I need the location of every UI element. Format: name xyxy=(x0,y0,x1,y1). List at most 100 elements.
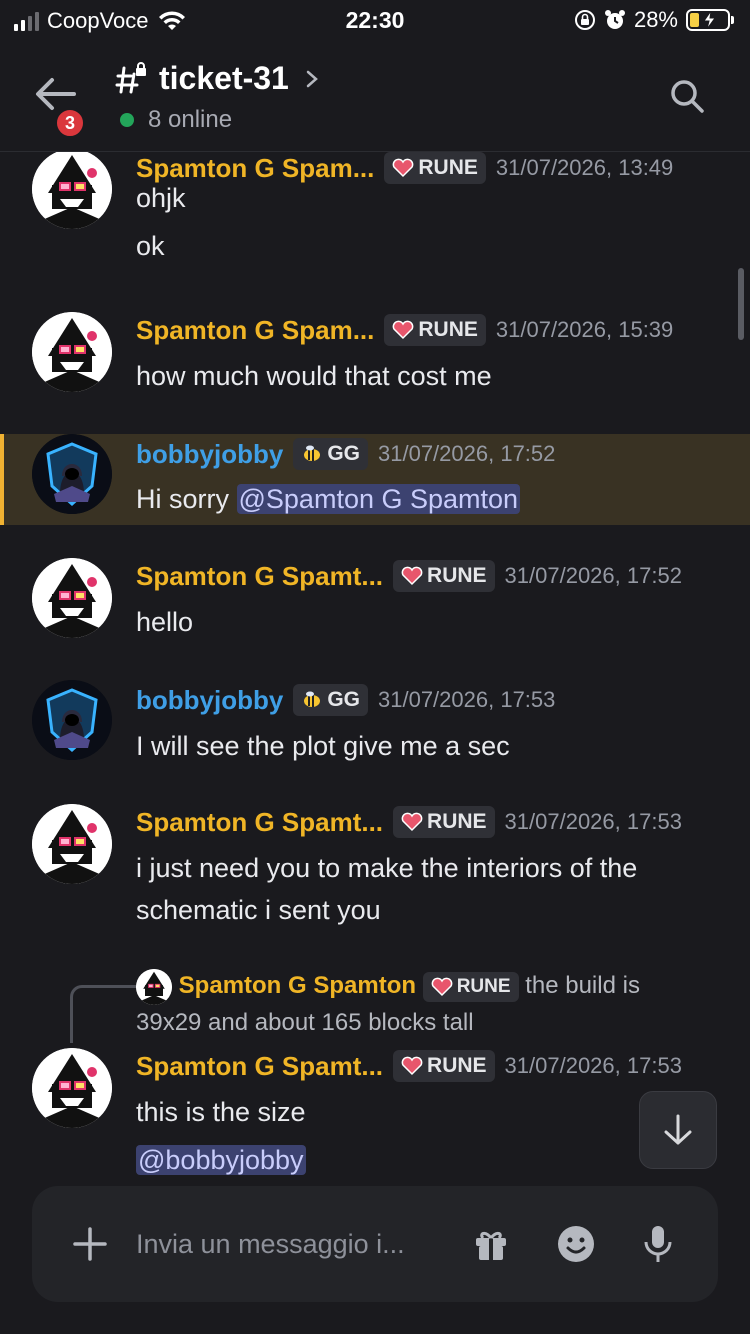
role-label: RUNE xyxy=(427,1054,487,1077)
role-tag: GG xyxy=(293,684,368,716)
role-tag: RUNE xyxy=(384,314,486,346)
role-label: RUNE xyxy=(418,318,478,341)
battery-percent: 28% xyxy=(633,7,678,32)
role-label: RUNE xyxy=(456,975,511,997)
message-author[interactable]: Spamton G Spam... xyxy=(136,315,374,346)
message-timestamp: 31/07/2026, 13:49 xyxy=(495,155,674,180)
message-author[interactable]: bobbyjobby xyxy=(136,439,283,470)
role-label: RUNE xyxy=(427,564,487,587)
role-tag: RUNE xyxy=(393,560,495,592)
heart-icon xyxy=(401,566,423,586)
message-author[interactable]: Spamton G Spamt... xyxy=(136,1051,383,1082)
reply-author: Spamton G Spamton xyxy=(178,972,417,999)
avatar[interactable] xyxy=(32,558,112,638)
message-body: hello xyxy=(136,601,193,643)
avatar[interactable] xyxy=(32,804,112,884)
jump-to-latest-button[interactable] xyxy=(639,1091,717,1169)
avatar[interactable] xyxy=(32,680,112,760)
spamton-avatar-icon xyxy=(32,152,112,229)
message-composer xyxy=(32,1186,718,1302)
message-body: i just need you to make the interiors of… xyxy=(136,847,637,931)
heart-icon xyxy=(393,158,414,178)
message-line: hello xyxy=(136,607,194,637)
message: Spamton G Spamt... RUNE 31/07/2026, 17:5… xyxy=(0,802,750,942)
message: bobbyjobby GG 31/07/2026, 17:53 I will s… xyxy=(0,680,750,770)
gift-icon[interactable] xyxy=(473,1226,509,1262)
role-label: GG xyxy=(327,688,360,711)
online-status: 8 online xyxy=(120,106,232,134)
heart-icon xyxy=(393,320,414,340)
microphone-icon[interactable] xyxy=(642,1224,674,1264)
spamton-avatar-icon xyxy=(32,312,112,392)
role-tag: RUNE xyxy=(422,971,519,1002)
online-count: 8 online xyxy=(148,106,233,133)
role-tag: GG xyxy=(293,438,368,470)
message-line: schematic i sent you xyxy=(136,895,381,925)
message-line: how much would that cost me xyxy=(136,361,492,391)
composer-area xyxy=(0,1186,750,1334)
message-body: ohjk ok xyxy=(136,177,186,267)
online-dot-icon xyxy=(120,113,134,127)
message-list[interactable]: Spamton G Spam... RUNE 31/07/2026, 13:49… xyxy=(0,152,750,1186)
message-body: Hi sorry @Spamton G Spamton xyxy=(136,478,521,520)
message-highlighted: bobbyjobby GG 31/07/2026, 17:52 Hi sorry… xyxy=(0,434,750,525)
avatar[interactable] xyxy=(32,152,112,229)
channel-title[interactable]: ticket-31 xyxy=(115,60,321,97)
bobbyjobby-avatar-icon xyxy=(32,680,112,760)
message-timestamp: 31/07/2026, 17:53 xyxy=(378,687,556,712)
message-author[interactable]: Spamton G Spamt... xyxy=(136,807,383,838)
message-line: this is the size xyxy=(136,1097,306,1127)
message-line: i just need you to make the interiors of… xyxy=(136,853,638,883)
reply-reference[interactable]: Spamton G Spamton RUNE the build is 39x2… xyxy=(136,968,696,1041)
message: Spamton G Spamt... RUNE 31/07/2026, 17:5… xyxy=(0,556,750,646)
bee-icon xyxy=(304,445,321,461)
heart-icon xyxy=(431,977,453,996)
message-timestamp: 31/07/2026, 17:53 xyxy=(504,809,682,834)
role-tag: RUNE xyxy=(384,152,486,184)
message-text: Hi sorry xyxy=(136,484,237,514)
message-timestamp: 31/07/2026, 17:52 xyxy=(378,441,556,466)
message-author[interactable]: bobbyjobby xyxy=(136,685,283,716)
search-icon[interactable] xyxy=(669,78,705,114)
spamton-avatar-icon xyxy=(32,558,112,638)
message: Spamton G Spam... RUNE 31/07/2026, 13:49… xyxy=(0,152,750,274)
scrollbar[interactable] xyxy=(738,268,744,340)
avatar[interactable] xyxy=(32,1048,112,1128)
message-line: I will see the plot give me a sec xyxy=(136,731,510,761)
message-timestamp: 31/07/2026, 17:53 xyxy=(504,1053,682,1078)
role-label: RUNE xyxy=(427,810,487,833)
message: Spamton G Spamt... RUNE 31/07/2026, 17:5… xyxy=(0,1046,750,1186)
chevron-right-icon xyxy=(306,70,318,87)
message-body: how much would that cost me xyxy=(136,355,492,397)
message-author[interactable]: Spamton G Spamt... xyxy=(136,561,383,592)
alarm-icon xyxy=(604,10,625,29)
user-mention[interactable]: @Spamton G Spamton xyxy=(236,484,521,514)
bobbyjobby-avatar-icon xyxy=(32,434,112,514)
spamton-avatar-icon xyxy=(136,968,172,1005)
user-mention[interactable]: @bobbyjobby xyxy=(136,1145,306,1175)
channel-name: ticket-31 xyxy=(159,60,289,96)
reply-avatar xyxy=(136,968,172,1005)
message-input[interactable] xyxy=(136,1224,436,1264)
avatar[interactable] xyxy=(32,434,112,514)
role-label: RUNE xyxy=(418,156,478,179)
message-timestamp: 31/07/2026, 17:52 xyxy=(504,563,682,588)
bee-icon xyxy=(304,691,321,707)
avatar[interactable] xyxy=(32,312,112,392)
orientation-lock-icon xyxy=(574,10,595,30)
arrow-down-icon xyxy=(664,1114,692,1145)
message-timestamp: 31/07/2026, 15:39 xyxy=(495,317,674,342)
message-line: ohjk xyxy=(136,183,186,213)
role-tag: RUNE xyxy=(393,806,495,838)
reply-connector xyxy=(70,985,136,1043)
message-body: this is the size @bobbyjobby xyxy=(136,1091,306,1181)
spamton-avatar-icon xyxy=(32,804,112,884)
message-line: ok xyxy=(136,231,165,261)
emoji-icon[interactable] xyxy=(556,1224,596,1264)
plus-icon[interactable] xyxy=(72,1226,108,1262)
locked-channel-hash-icon xyxy=(115,61,146,93)
message: Spamton G Spam... RUNE 31/07/2026, 15:39… xyxy=(0,310,750,410)
role-tag: RUNE xyxy=(393,1050,495,1082)
heart-icon xyxy=(401,1056,423,1076)
role-label: GG xyxy=(327,442,360,465)
